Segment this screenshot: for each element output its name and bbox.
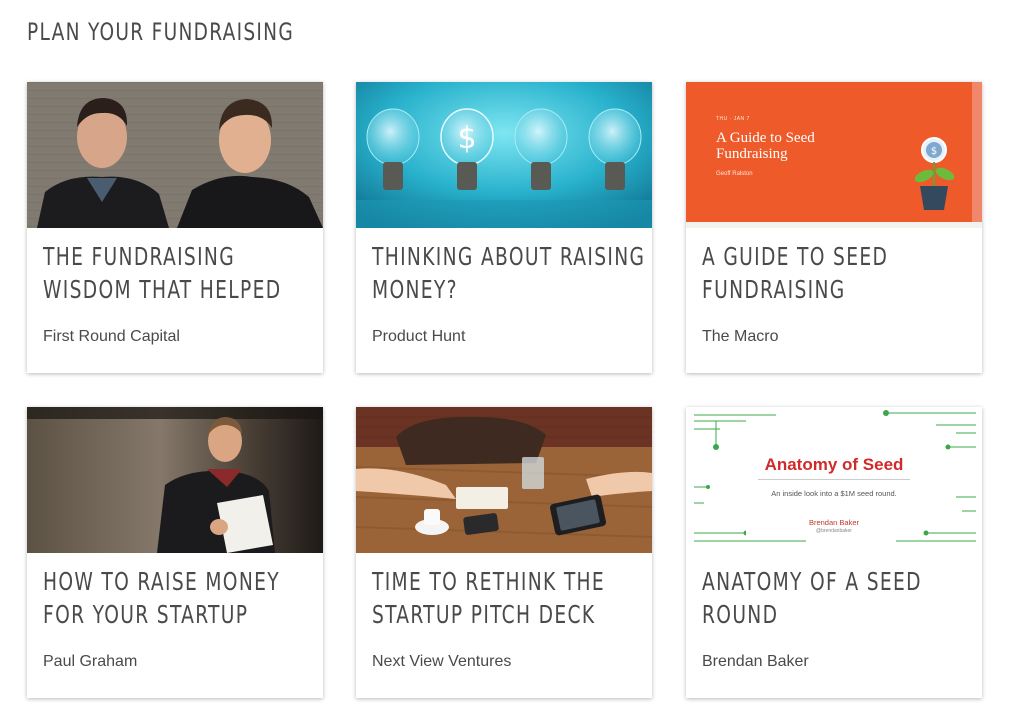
slide-subtitle: An inside look into a $1M seed round. <box>771 489 897 498</box>
slide-author: Geoff Ralston <box>716 171 753 177</box>
article-thumbnail[interactable] <box>356 407 652 553</box>
article-source: First Round Capital <box>43 328 180 345</box>
article-card[interactable]: $ THINKING ABOUT RAISING MONEY? Product … <box>356 82 652 373</box>
article-source: Paul Graham <box>43 653 138 670</box>
article-title[interactable]: A GUIDE TO SEED FUNDRAISING <box>702 240 976 306</box>
svg-text:$: $ <box>931 146 937 157</box>
article-card[interactable]: TIME TO RETHINK THE STARTUP PITCH DECK N… <box>356 407 652 698</box>
article-source: Brendan Baker <box>702 653 809 670</box>
section-title: PLAN YOUR FUNDRAISING <box>27 18 295 46</box>
article-title[interactable]: THE FUNDRAISING WISDOM THAT HELPED <box>43 240 317 306</box>
cafe-table-photo <box>356 407 652 553</box>
article-card[interactable]: Anatomy of Seed An inside look into a $1… <box>686 407 982 698</box>
slide-divider <box>758 479 910 480</box>
article-title[interactable]: TIME TO RETHINK THE STARTUP PITCH DECK <box>372 565 646 631</box>
article-source: Product Hunt <box>372 328 466 345</box>
slide-handle: @brendanbaker <box>816 528 852 534</box>
article-card[interactable]: THE FUNDRAISING WISDOM THAT HELPED First… <box>27 82 323 373</box>
article-source: The Macro <box>702 328 779 345</box>
article-thumbnail[interactable] <box>27 82 323 228</box>
slide-bottom-border <box>686 222 982 228</box>
article-title[interactable]: HOW TO RAISE MONEY FOR YOUR STARTUP <box>43 565 317 631</box>
article-thumbnail[interactable]: THU · JAN 7 A Guide to Seed Fundraising … <box>686 82 982 228</box>
slide-author: Brendan Baker <box>808 518 860 527</box>
founders-photo <box>27 82 323 228</box>
article-thumbnail[interactable]: $ <box>356 82 652 228</box>
slide-edge-stripe <box>972 82 982 222</box>
article-title[interactable]: THINKING ABOUT RAISING MONEY? <box>372 240 646 306</box>
slide-title: Anatomy of Seed <box>764 455 904 474</box>
speaker-photo <box>27 407 323 553</box>
article-thumbnail[interactable]: Anatomy of Seed An inside look into a $1… <box>686 407 982 553</box>
slide-title: A Guide to Seed Fundraising <box>716 130 815 162</box>
money-plant-icon: $ <box>914 137 955 210</box>
article-source: Next View Ventures <box>372 653 512 670</box>
svg-text:$: $ <box>457 121 476 156</box>
slide-date: THU · JAN 7 <box>716 116 750 122</box>
article-thumbnail[interactable] <box>27 407 323 553</box>
article-title[interactable]: ANATOMY OF A SEED ROUND <box>702 565 976 631</box>
article-card[interactable]: HOW TO RAISE MONEY FOR YOUR STARTUP Paul… <box>27 407 323 698</box>
light-bulbs-photo: $ <box>356 82 652 228</box>
article-card[interactable]: THU · JAN 7 A Guide to Seed Fundraising … <box>686 82 982 373</box>
